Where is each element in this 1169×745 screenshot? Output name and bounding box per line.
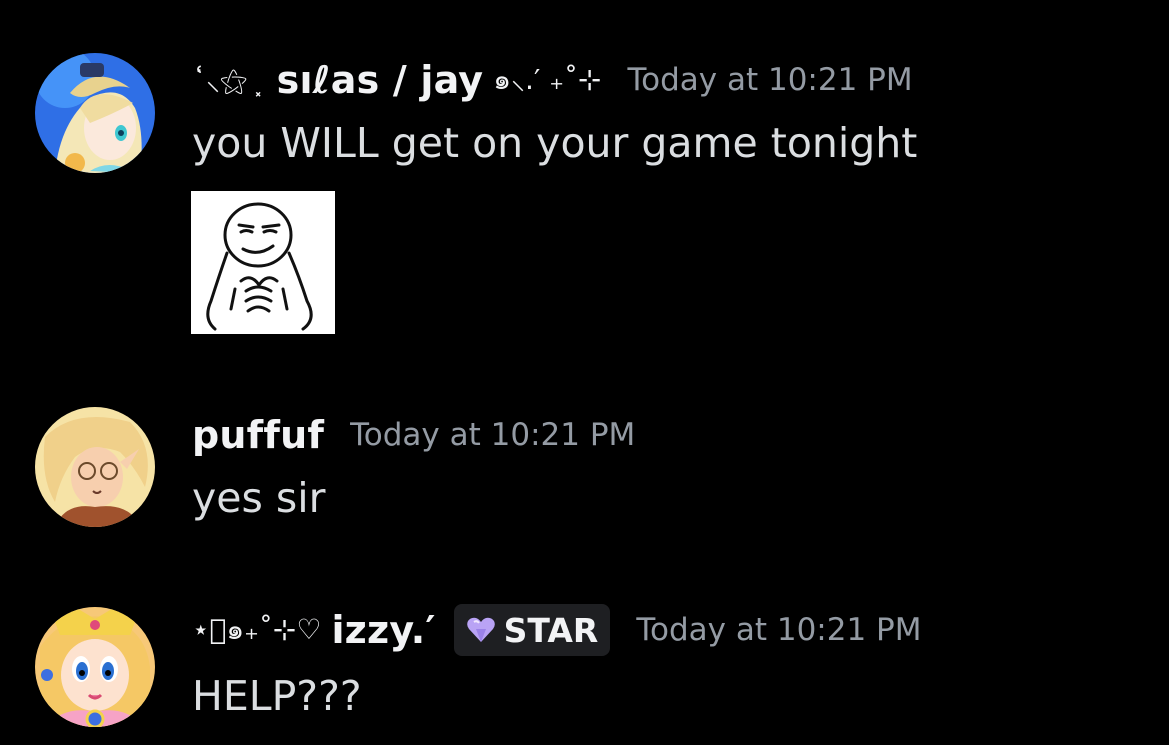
avatar-puffuf[interactable] (35, 407, 155, 527)
username[interactable]: sıℓas / jay (277, 58, 484, 102)
smug-face-sticker[interactable] (191, 191, 335, 334)
username-decoration-suffix: ๑⸜.′ ₊˚⊹ (493, 63, 602, 96)
avatar-izzy[interactable] (35, 607, 155, 727)
heart-gem-icon (466, 617, 495, 642)
username[interactable]: izzy.′ (331, 608, 435, 652)
timestamp[interactable]: Today at 10:21 PM (636, 612, 921, 648)
message-header: ˙͑⸜⚝ ⸼ sıℓas / jay ๑⸜.′ ₊˚⊹ Today at 10:… (192, 50, 913, 110)
username-decoration-prefix: ⋆͙๑₊˚⊹♡ (192, 613, 322, 646)
message-header: puffuf Today at 10:21 PM (192, 405, 635, 465)
smug-face-icon (191, 191, 335, 334)
role-tag[interactable]: STAR (453, 604, 611, 656)
role-tag-label: STAR (503, 610, 599, 650)
avatar-image-puffuf (35, 407, 155, 527)
message-header: ⋆͙๑₊˚⊹♡ izzy.′ STAR Today at 10:21 PM (192, 600, 921, 660)
avatar-image-rosalina (35, 53, 155, 173)
avatar-silas[interactable] (35, 53, 155, 173)
message-text: HELP??? (192, 672, 362, 720)
message-text: you WILL get on your game tonight (192, 119, 918, 167)
message-puffuf: puffuf Today at 10:21 PM yes sir (0, 400, 1169, 540)
message-izzy: ⋆͙๑₊˚⊹♡ izzy.′ STAR Today at 10:21 PM HE… (0, 600, 1169, 745)
message-silas: ˙͑⸜⚝ ⸼ sıℓas / jay ๑⸜.′ ₊˚⊹ Today at 10:… (0, 0, 1169, 340)
timestamp[interactable]: Today at 10:21 PM (350, 417, 635, 453)
username-decoration-prefix: ˙͑⸜⚝ ⸼ (192, 64, 263, 97)
username[interactable]: puffuf (192, 413, 324, 457)
timestamp[interactable]: Today at 10:21 PM (627, 62, 912, 98)
avatar-image-peach (35, 607, 155, 727)
message-text: yes sir (192, 474, 326, 522)
